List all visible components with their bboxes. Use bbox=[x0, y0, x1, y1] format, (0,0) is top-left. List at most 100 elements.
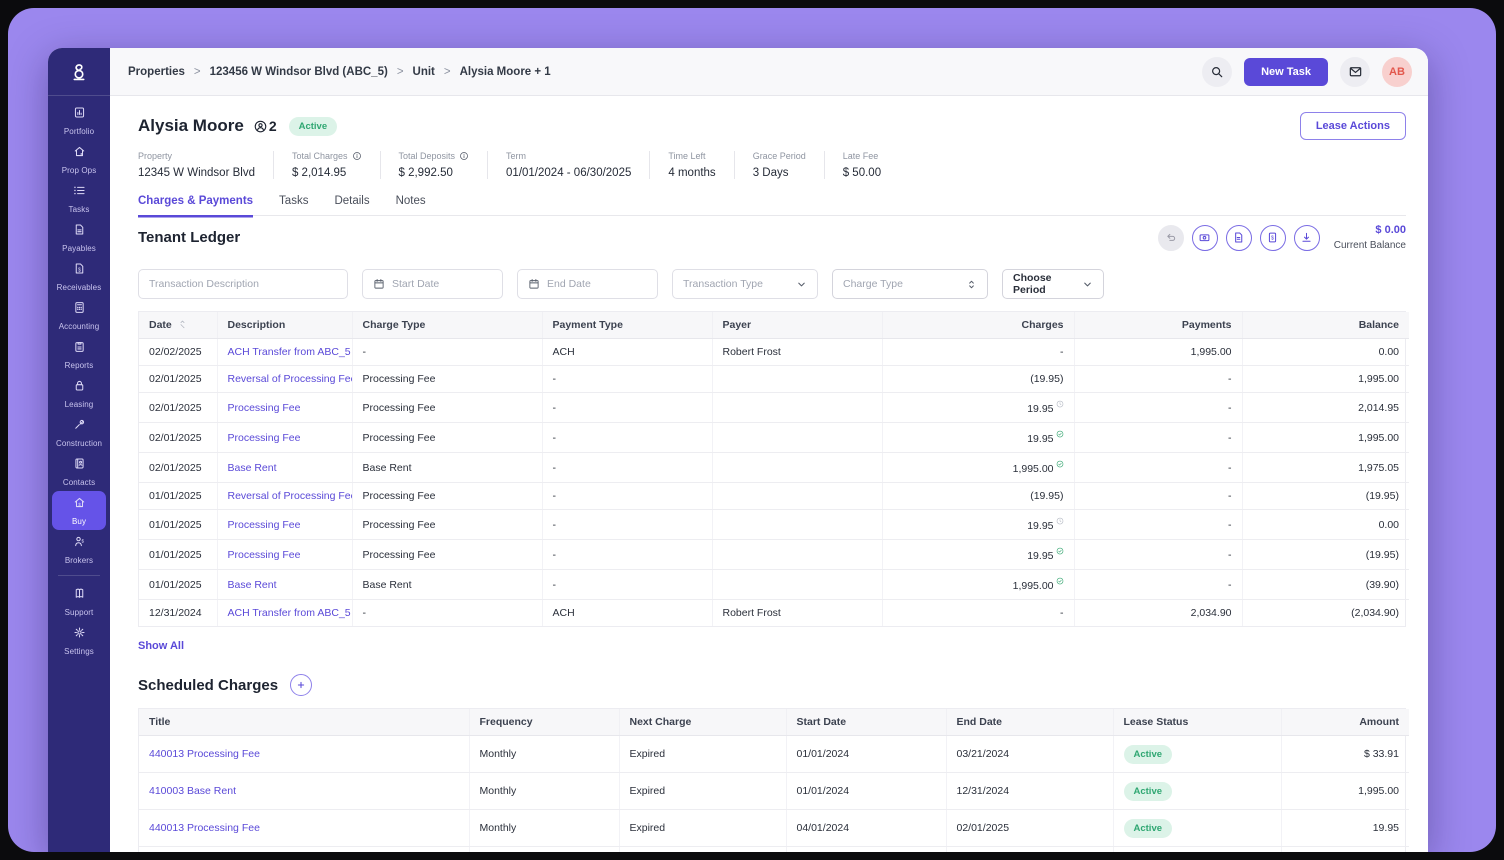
breadcrumb-item-alysia-moore-1[interactable]: Alysia Moore + 1 bbox=[460, 66, 551, 78]
scheduled-charge-link[interactable]: 440013 Processing Fee bbox=[139, 810, 469, 847]
ledger-row[interactable]: 02/01/2025 Processing Fee Processing Fee… bbox=[139, 423, 1409, 453]
sidebar-item-construction[interactable]: Construction bbox=[52, 413, 106, 452]
start-date-field[interactable]: Start Date bbox=[362, 269, 503, 299]
info-icon[interactable] bbox=[459, 151, 469, 161]
scheduled-charge-link[interactable]: 440013 Processing Fee bbox=[139, 736, 469, 773]
ledger-row[interactable]: 01/01/2025 Processing Fee Processing Fee… bbox=[139, 540, 1409, 570]
transaction-link[interactable]: ACH Transfer from ABC_5 bbox=[217, 600, 352, 627]
sidebar-item-receivables[interactable]: $Receivables bbox=[52, 257, 106, 296]
breadcrumb-item-properties[interactable]: Properties bbox=[128, 66, 185, 78]
charge-success-icon bbox=[1056, 547, 1064, 555]
column-header-charge-type[interactable]: Charge Type bbox=[352, 312, 542, 339]
document-button[interactable] bbox=[1226, 225, 1252, 251]
sidebar-item-contacts[interactable]: Contacts bbox=[52, 452, 106, 491]
transaction-link[interactable]: Reversal of Processing Fee bbox=[217, 483, 352, 510]
sidebar-item-buy[interactable]: $Buy bbox=[52, 491, 106, 530]
tab-notes[interactable]: Notes bbox=[396, 195, 426, 215]
cell-frequency: Monthly bbox=[469, 810, 619, 847]
search-button[interactable] bbox=[1202, 57, 1232, 87]
charge-type-select[interactable]: Charge Type bbox=[832, 269, 988, 299]
transaction-link[interactable]: Processing Fee bbox=[217, 540, 352, 570]
tab-charges-payments[interactable]: Charges & Payments bbox=[138, 195, 253, 215]
tab-details[interactable]: Details bbox=[334, 195, 369, 215]
sidebar-item-support[interactable]: Support bbox=[52, 582, 106, 621]
column-header-frequency[interactable]: Frequency bbox=[469, 709, 619, 736]
breadcrumb-item-123456-w-windsor-blvd-abc-5[interactable]: 123456 W Windsor Blvd (ABC_5) bbox=[210, 66, 388, 78]
scheduled-row[interactable]: 440013 Processing Fee Monthly Expired 01… bbox=[139, 736, 1409, 773]
stat-value: 3 Days bbox=[753, 167, 806, 179]
cell-payments: - bbox=[1074, 393, 1242, 423]
transaction-link[interactable]: Processing Fee bbox=[217, 393, 352, 423]
ledger-row[interactable]: 02/01/2025 Base Rent Base Rent - 1,995.0… bbox=[139, 453, 1409, 483]
column-header-title[interactable]: Title bbox=[139, 709, 469, 736]
choose-period-dropdown[interactable]: Choose Period bbox=[1002, 269, 1104, 299]
scheduled-charge-link[interactable]: 410003 Base Rent bbox=[139, 773, 469, 810]
transaction-type-select[interactable]: Transaction Type bbox=[672, 269, 818, 299]
scheduled-row[interactable]: 440013 Processing Fee Monthly Expired 04… bbox=[139, 810, 1409, 847]
sort-icon[interactable] bbox=[178, 320, 187, 329]
breadcrumb-item-unit[interactable]: Unit bbox=[413, 66, 435, 78]
transaction-link[interactable]: Base Rent bbox=[217, 570, 352, 600]
column-header-date[interactable]: Date bbox=[139, 312, 217, 339]
add-scheduled-charge-button[interactable] bbox=[290, 674, 312, 696]
sidebar-item-tasks[interactable]: Tasks bbox=[52, 179, 106, 218]
download-button[interactable] bbox=[1294, 225, 1320, 251]
undo-button[interactable] bbox=[1158, 225, 1184, 251]
transaction-link[interactable]: ACH Transfer from ABC_5 bbox=[217, 339, 352, 366]
sidebar-item-accounting[interactable]: Accounting bbox=[52, 296, 106, 335]
ledger-row[interactable]: 12/31/2024 ACH Transfer from ABC_5 - ACH… bbox=[139, 600, 1409, 627]
cash-icon bbox=[1198, 231, 1211, 244]
document-dollar-button[interactable]: $ bbox=[1260, 225, 1286, 251]
ledger-row[interactable]: 01/01/2025 Processing Fee Processing Fee… bbox=[139, 510, 1409, 540]
new-task-button[interactable]: New Task bbox=[1244, 58, 1328, 86]
scheduled-charge-link[interactable]: 440013 Processing Fee bbox=[139, 847, 469, 853]
mail-button[interactable] bbox=[1340, 57, 1370, 87]
sidebar-item-label: Prop Ops bbox=[62, 166, 97, 175]
transaction-type-placeholder: Transaction Type bbox=[683, 278, 763, 290]
sidebar-item-payables[interactable]: Payables bbox=[52, 218, 106, 257]
sidebar-item-reports[interactable]: Reports bbox=[52, 335, 106, 374]
show-all-link[interactable]: Show All bbox=[138, 640, 184, 652]
column-header-description[interactable]: Description bbox=[217, 312, 352, 339]
avatar[interactable]: AB bbox=[1382, 57, 1412, 87]
lease-actions-button[interactable]: Lease Actions bbox=[1300, 112, 1406, 140]
end-date-field[interactable]: End Date bbox=[517, 269, 658, 299]
ledger-row[interactable]: 02/01/2025 Reversal of Processing Fee Pr… bbox=[139, 366, 1409, 393]
cell-next-charge: Expired bbox=[619, 736, 786, 773]
transaction-link[interactable]: Processing Fee bbox=[217, 423, 352, 453]
tab-tasks[interactable]: Tasks bbox=[279, 195, 308, 215]
ledger-row[interactable]: 02/01/2025 Processing Fee Processing Fee… bbox=[139, 393, 1409, 423]
ledger-row[interactable]: 01/01/2025 Base Rent Base Rent - 1,995.0… bbox=[139, 570, 1409, 600]
column-header-payments[interactable]: Payments bbox=[1074, 312, 1242, 339]
breadcrumb-separator: > bbox=[194, 66, 201, 78]
sidebar-item-portfolio[interactable]: Portfolio bbox=[52, 101, 106, 140]
ledger-row[interactable]: 02/02/2025 ACH Transfer from ABC_5 - ACH… bbox=[139, 339, 1409, 366]
cell-charges: - bbox=[882, 339, 1074, 366]
sidebar-item-settings[interactable]: Settings bbox=[52, 621, 106, 660]
ledger-row[interactable]: 01/01/2025 Reversal of Processing Fee Pr… bbox=[139, 483, 1409, 510]
scheduled-row[interactable]: 440013 Processing Fee Monthly Expired 01… bbox=[139, 847, 1409, 853]
end-date-placeholder: End Date bbox=[547, 278, 591, 290]
sidebar-item-leasing[interactable]: Leasing bbox=[52, 374, 106, 413]
cash-button[interactable] bbox=[1192, 225, 1218, 251]
column-header-charges[interactable]: Charges bbox=[882, 312, 1074, 339]
transaction-description-input[interactable] bbox=[149, 278, 337, 290]
sidebar-item-prop-ops[interactable]: Prop Ops bbox=[52, 140, 106, 179]
sidebar-item-brokers[interactable]: $Brokers bbox=[52, 530, 106, 569]
transaction-link[interactable]: Base Rent bbox=[217, 453, 352, 483]
column-header-amount[interactable]: Amount bbox=[1281, 709, 1409, 736]
occupant-count[interactable]: 2 bbox=[253, 118, 277, 134]
page-content: Alysia Moore 2 Active Lease Actions Prop… bbox=[110, 96, 1428, 852]
column-header-payment-type[interactable]: Payment Type bbox=[542, 312, 712, 339]
transaction-link[interactable]: Processing Fee bbox=[217, 510, 352, 540]
transaction-link[interactable]: Reversal of Processing Fee bbox=[217, 366, 352, 393]
info-icon[interactable] bbox=[352, 151, 362, 161]
column-header-balance[interactable]: Balance bbox=[1242, 312, 1409, 339]
column-header-lease-status[interactable]: Lease Status bbox=[1113, 709, 1281, 736]
scheduled-row[interactable]: 410003 Base Rent Monthly Expired 01/01/2… bbox=[139, 773, 1409, 810]
column-header-payer[interactable]: Payer bbox=[712, 312, 882, 339]
app-logo[interactable] bbox=[48, 48, 110, 96]
column-header-start-date[interactable]: Start Date bbox=[786, 709, 946, 736]
column-header-next-charge[interactable]: Next Charge bbox=[619, 709, 786, 736]
column-header-end-date[interactable]: End Date bbox=[946, 709, 1113, 736]
